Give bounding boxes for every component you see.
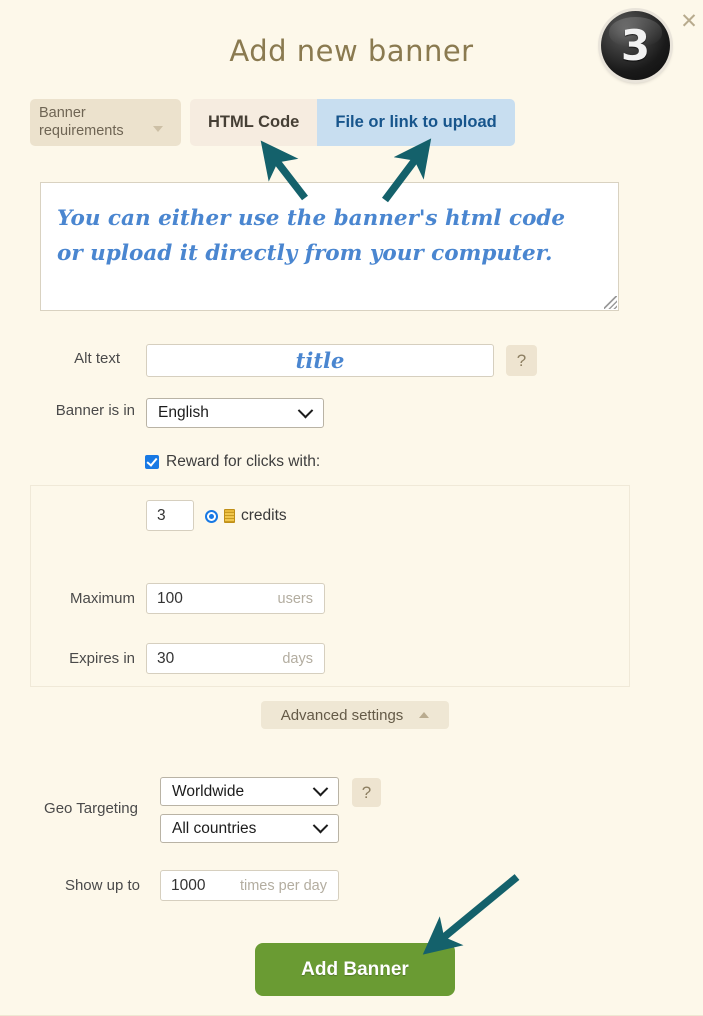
- expires-in-suffix: days: [282, 650, 313, 667]
- credits-amount-value: 3: [157, 506, 166, 524]
- banner-language-value: English: [158, 404, 209, 421]
- close-icon[interactable]: ✕: [679, 11, 699, 32]
- alt-text-value: title: [295, 348, 345, 373]
- radio-selected-icon: [205, 509, 218, 523]
- tab-file-or-link-to-upload-label: File or link to upload: [335, 113, 497, 131]
- geo-targeting-scope-select[interactable]: Worldwide: [160, 777, 339, 806]
- geo-targeting-countries-value: All countries: [172, 819, 257, 837]
- banner-requirements-label: Banner requirements: [39, 105, 124, 139]
- geo-targeting-label: Geo Targeting: [44, 800, 138, 817]
- advanced-settings-label: Advanced settings: [280, 706, 404, 724]
- show-up-to-label: Show up to: [64, 877, 140, 894]
- geo-targeting-scope-value: Worldwide: [172, 782, 245, 800]
- tab-html-code[interactable]: HTML Code: [190, 99, 318, 146]
- credits-unit-label: credits: [241, 507, 287, 524]
- add-banner-dialog: 3 ✕ Add new banner Banner requirements H…: [0, 0, 703, 1016]
- caret-down-icon: [153, 126, 163, 132]
- add-banner-button[interactable]: Add Banner: [255, 943, 455, 996]
- step-number-label: 3: [620, 20, 651, 70]
- source-type-tabs: HTML Code File or link to upload: [190, 99, 515, 146]
- show-up-to-value: 1000: [171, 876, 206, 894]
- banner-code-value: You can either use the banner's html cod…: [57, 206, 566, 266]
- geo-targeting-countries-select[interactable]: All countries: [160, 814, 339, 843]
- reward-for-clicks-checkbox[interactable]: Reward for clicks with:: [145, 453, 320, 471]
- question-mark-icon: ?: [361, 782, 372, 802]
- caret-up-icon: [419, 712, 430, 718]
- maximum-users-input[interactable]: 100 users: [146, 583, 325, 614]
- geo-targeting-help-button[interactable]: ?: [352, 778, 381, 807]
- resize-grip-icon[interactable]: [604, 296, 617, 309]
- credits-radio-option[interactable]: credits: [205, 507, 287, 525]
- credits-coin-icon: [224, 509, 235, 523]
- arrow-to-add-banner-button: [422, 874, 520, 955]
- show-up-to-suffix: times per day: [239, 877, 327, 894]
- chevron-down-icon: [312, 817, 329, 834]
- alt-text-input[interactable]: title: [146, 344, 494, 377]
- add-banner-label: Add Banner: [301, 958, 409, 980]
- reward-for-clicks-label: Reward for clicks with:: [166, 453, 321, 470]
- checkmark-icon: [145, 455, 159, 469]
- banner-code-textarea[interactable]: You can either use the banner's html cod…: [40, 182, 619, 311]
- page-title: Add new banner: [229, 34, 474, 68]
- expires-in-value: 30: [157, 649, 175, 667]
- credits-amount-input[interactable]: 3: [146, 500, 194, 531]
- advanced-settings-toggle[interactable]: Advanced settings: [261, 701, 449, 729]
- question-mark-icon: ?: [516, 350, 527, 370]
- maximum-users-value: 100: [157, 589, 183, 607]
- banner-language-select[interactable]: English: [146, 398, 324, 428]
- banner-language-label: Banner is in: [55, 402, 135, 419]
- tab-html-code-label: HTML Code: [208, 113, 300, 131]
- expires-in-label: Expires in: [69, 650, 135, 667]
- banner-requirements-button[interactable]: Banner requirements: [30, 99, 181, 146]
- tab-file-or-link-to-upload[interactable]: File or link to upload: [317, 99, 515, 146]
- chevron-down-icon: [297, 402, 314, 418]
- expires-in-input[interactable]: 30 days: [146, 643, 325, 674]
- show-up-to-input[interactable]: 1000 times per day: [160, 870, 339, 901]
- maximum-label: Maximum: [69, 590, 135, 607]
- chevron-down-icon: [312, 780, 329, 797]
- alt-text-label: Alt text: [74, 350, 120, 367]
- maximum-users-suffix: users: [277, 590, 313, 607]
- alt-text-help-button[interactable]: ?: [506, 345, 537, 376]
